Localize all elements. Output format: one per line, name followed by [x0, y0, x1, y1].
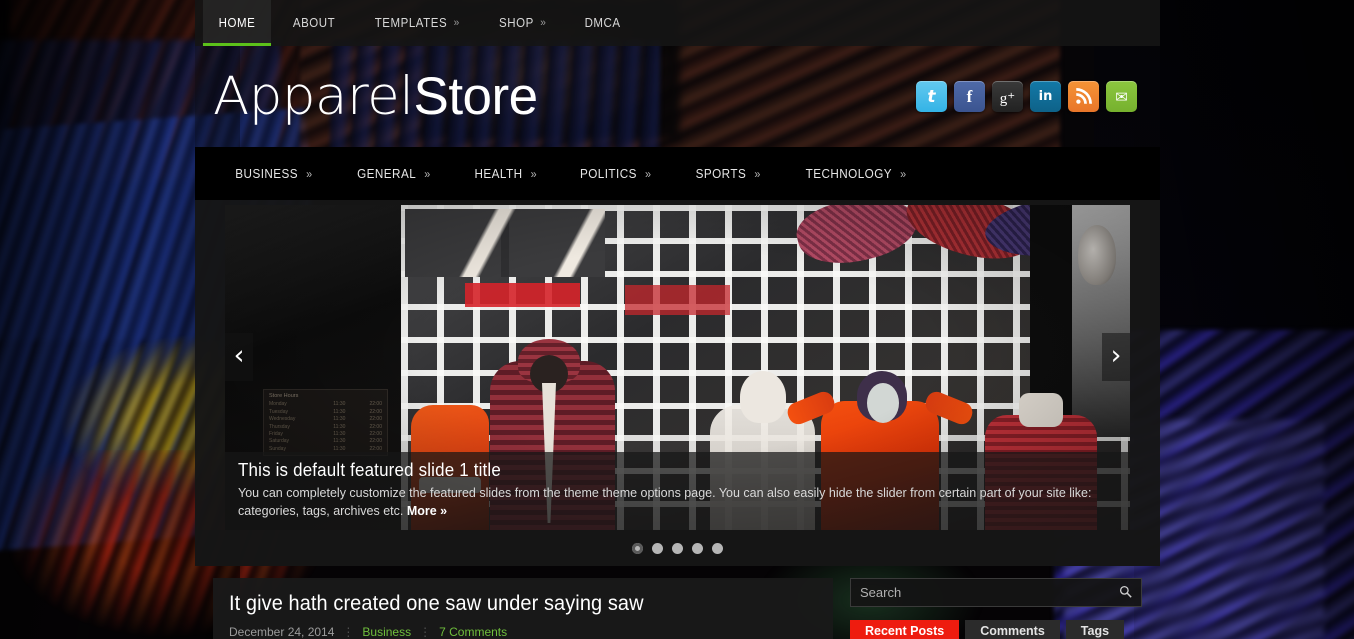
chevron-double-right-icon: » [754, 166, 761, 181]
catnav-item-politics[interactable]: POLITICS » [564, 166, 668, 181]
sidebar: Recent Posts Comments Tags [850, 578, 1142, 639]
chevron-double-right-icon: » [540, 17, 547, 29]
topnav-label: ABOUT [292, 16, 336, 30]
rss-glyph [1076, 88, 1092, 104]
site-header: ApparelStore t f g⁺ in ✉ [195, 46, 1160, 147]
meta-separator: ⋮ [342, 625, 355, 639]
slide-more-link[interactable]: More » [407, 504, 447, 518]
content-area: It give hath created one saw under sayin… [195, 566, 1160, 639]
post-title[interactable]: It give hath created one saw under sayin… [229, 592, 788, 616]
catnav-item-sports[interactable]: SPORTS » [679, 166, 777, 181]
featured-slider-section: Store Hours Monday 11:30 22:00 Tuesday 1… [195, 200, 1160, 566]
topnav-item-about[interactable]: ABOUT [277, 0, 351, 46]
slider-dot-4[interactable] [692, 542, 703, 554]
catnav-label: BUSINESS [235, 166, 299, 181]
topnav-label: DMCA [584, 16, 621, 30]
topnav-label: SHOP [499, 16, 535, 30]
top-navigation: HOME ABOUT TEMPLATES » SHOP » DMCA [195, 0, 1160, 46]
logo-part-apparel: Apparel [213, 66, 414, 127]
site-container: HOME ABOUT TEMPLATES » SHOP » DMCA Appar… [195, 0, 1160, 639]
search-glyph [1119, 585, 1132, 598]
slider-pagination [195, 530, 1160, 566]
main-column: It give hath created one saw under sayin… [213, 578, 833, 639]
google-plus-color-bar [994, 81, 1021, 85]
catnav-label: TECHNOLOGY [805, 166, 893, 181]
email-glyph: ✉ [1115, 87, 1128, 106]
slider-dot-2[interactable] [652, 542, 663, 554]
topnav-label: HOME [218, 16, 256, 30]
email-icon[interactable]: ✉ [1106, 81, 1137, 112]
slider-dot-5[interactable] [712, 542, 723, 554]
featured-slider[interactable]: Store Hours Monday 11:30 22:00 Tuesday 1… [225, 205, 1130, 530]
catnav-item-general[interactable]: GENERAL » [341, 166, 447, 181]
linkedin-glyph: in [1038, 89, 1053, 104]
tab-tags[interactable]: Tags [1065, 620, 1125, 639]
facebook-glyph: f [966, 86, 973, 106]
sidebar-tabs: Recent Posts Comments Tags [850, 620, 1142, 639]
slider-prev-arrow-icon[interactable]: ‹ [225, 333, 253, 381]
catnav-item-health[interactable]: HEALTH » [458, 166, 553, 181]
site-logo[interactable]: ApparelStore [213, 70, 538, 123]
post-date: December 24, 2014 [229, 625, 335, 639]
google-plus-glyph: g⁺ [999, 90, 1016, 107]
twitter-icon[interactable]: t [916, 81, 947, 112]
slide-caption-title[interactable]: This is default featured slide 1 title [238, 460, 1064, 481]
topnav-item-templates[interactable]: TEMPLATES » [359, 0, 475, 46]
chevron-double-right-icon: » [645, 166, 652, 181]
logo-part-store: Store [413, 67, 538, 126]
slide-caption-body: You can completely customize the feature… [238, 486, 1092, 518]
slide-caption: This is default featured slide 1 title Y… [225, 452, 1130, 530]
chevron-double-right-icon: » [306, 166, 313, 181]
topnav-item-shop[interactable]: SHOP » [484, 0, 563, 46]
catnav-label: SPORTS [695, 166, 746, 181]
background-right-shadow [1134, 0, 1354, 639]
topnav-item-home[interactable]: HOME [202, 0, 271, 46]
post-comments-link[interactable]: 7 Comments [439, 625, 507, 639]
slider-next-arrow-icon[interactable]: › [1102, 333, 1130, 381]
search-icon[interactable] [1119, 585, 1132, 601]
topnav-label: TEMPLATES [374, 16, 448, 30]
rss-icon[interactable] [1068, 81, 1099, 112]
chevron-double-right-icon: » [424, 166, 431, 181]
chevron-double-right-icon: » [453, 17, 460, 29]
google-plus-icon[interactable]: g⁺ [992, 81, 1023, 112]
chevron-double-right-icon: » [900, 166, 907, 181]
post-meta: December 24, 2014 ⋮ Business ⋮ 7 Comment… [229, 625, 817, 639]
meta-separator: ⋮ [419, 625, 432, 639]
slider-dot-3[interactable] [672, 542, 683, 554]
slider-dot-1[interactable] [632, 542, 643, 554]
post-category-link[interactable]: Business [362, 625, 411, 639]
topnav-item-dmca[interactable]: DMCA [569, 0, 636, 46]
search-box[interactable] [850, 578, 1142, 607]
catnav-label: GENERAL [357, 166, 417, 181]
category-navigation: BUSINESS » GENERAL » HEALTH » POLITICS »… [195, 147, 1160, 200]
facebook-icon[interactable]: f [954, 81, 985, 112]
catnav-label: POLITICS [580, 166, 638, 181]
search-input[interactable] [860, 585, 1119, 600]
social-links: t f g⁺ in ✉ [916, 81, 1137, 112]
tab-comments[interactable]: Comments [965, 620, 1060, 639]
slide-caption-text: You can completely customize the feature… [238, 484, 1117, 520]
chevron-double-right-icon: » [530, 166, 537, 181]
twitter-glyph: t [927, 86, 936, 107]
catnav-item-technology[interactable]: TECHNOLOGY » [790, 166, 923, 181]
catnav-item-business[interactable]: BUSINESS » [219, 166, 329, 181]
tab-recent-posts[interactable]: Recent Posts [850, 620, 960, 639]
catnav-label: HEALTH [474, 166, 523, 181]
linkedin-icon[interactable]: in [1030, 81, 1061, 112]
